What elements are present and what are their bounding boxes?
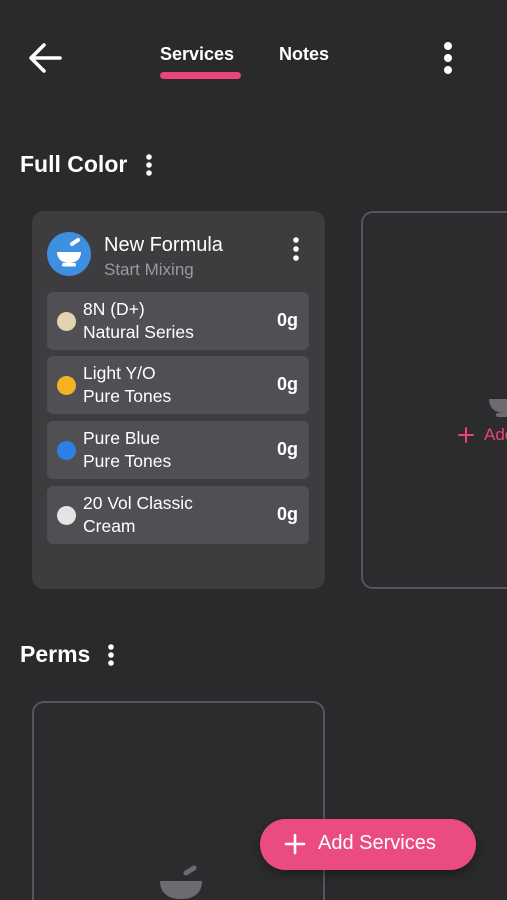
item-line: Cream — [83, 516, 136, 536]
plus-icon — [284, 833, 306, 855]
color-swatch — [57, 312, 76, 331]
tab-notes[interactable]: Notes — [279, 44, 329, 65]
mortar-pestle-icon — [57, 238, 81, 267]
arrow-left-icon — [29, 43, 62, 73]
mortar-pestle-icon — [160, 865, 202, 899]
item-amount: 0g — [276, 310, 298, 330]
more-options-button[interactable] — [436, 40, 460, 78]
formula-title: New Formula — [104, 234, 223, 256]
formula-item-row[interactable]: Light Y/O Pure Tones 0g — [47, 356, 309, 414]
color-swatch — [57, 506, 76, 525]
vertical-dots-icon — [293, 237, 299, 261]
item-name: 20 Vol Classic — [83, 493, 193, 513]
section-title-perms: Perms — [20, 641, 91, 667]
item-amount: 0g — [276, 504, 298, 524]
vertical-dots-icon — [108, 644, 114, 666]
formula-subtitle: Start Mixing — [104, 260, 194, 279]
mortar-pestle-icon — [489, 390, 507, 417]
vertical-dots-icon — [146, 154, 152, 176]
item-name: 8N (D+) — [83, 299, 145, 319]
item-name: Light Y/O — [83, 363, 156, 383]
top-bar: Services Notes — [0, 0, 507, 110]
back-button[interactable] — [26, 40, 66, 76]
color-swatch — [57, 376, 76, 395]
item-name: Pure Blue — [83, 428, 160, 448]
add-services-label: Add Services — [318, 832, 436, 854]
item-amount: 0g — [276, 374, 298, 394]
item-line: Natural Series — [83, 322, 194, 342]
tab-services[interactable]: Services — [160, 44, 234, 65]
section-full-color-more-button[interactable] — [143, 153, 155, 179]
add-perm-formula-card[interactable] — [32, 701, 325, 900]
color-swatch — [57, 441, 76, 460]
formula-item-row[interactable]: Pure Blue Pure Tones 0g — [47, 421, 309, 479]
item-line: Pure Tones — [83, 451, 172, 471]
formula-more-button[interactable] — [286, 235, 306, 265]
add-services-button[interactable]: Add Services — [260, 819, 476, 870]
vertical-dots-icon — [444, 42, 452, 74]
formula-item-row[interactable]: 8N (D+) Natural Series 0g — [47, 292, 309, 350]
item-amount: 0g — [276, 439, 298, 459]
formula-avatar — [47, 232, 91, 276]
add-formula-label: Add — [484, 425, 507, 444]
section-perms-more-button[interactable] — [105, 643, 117, 669]
plus-icon — [458, 427, 474, 443]
formula-item-row[interactable]: 20 Vol Classic Cream 0g — [47, 486, 309, 544]
section-title-full-color: Full Color — [20, 151, 128, 177]
formula-card[interactable]: New Formula Start Mixing 8N (D+) Natural… — [32, 211, 325, 589]
active-tab-indicator — [160, 72, 241, 79]
item-line: Pure Tones — [83, 386, 172, 406]
add-formula-card[interactable]: Add — [361, 211, 507, 589]
